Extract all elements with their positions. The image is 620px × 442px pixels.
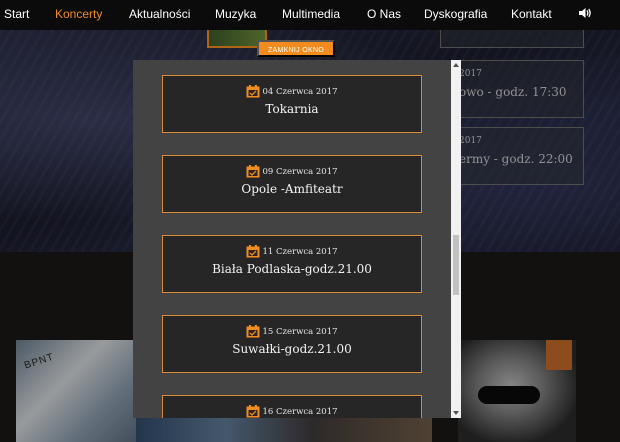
calendar-icon: [246, 85, 260, 98]
calendar-icon: [246, 245, 260, 258]
calendar-icon: [246, 325, 260, 338]
calendar-icon: [246, 165, 260, 178]
nav-dyskografia[interactable]: Dyskografia: [424, 6, 487, 22]
event-card[interactable]: 11 Czerwca 2017 Biała Podlaska-godz.21.0…: [162, 235, 422, 293]
event-card[interactable]: 15 Czerwca 2017 Suwałki-godz.21.00: [162, 315, 422, 373]
scroll-up-icon[interactable]: [453, 63, 459, 67]
event-date: 11 Czerwca 2017: [262, 246, 338, 257]
nav-o-nas[interactable]: O Nas: [367, 6, 401, 22]
event-name: Opole -Amfiteatr: [241, 182, 343, 196]
scroll-down-icon[interactable]: [453, 411, 459, 415]
scrollbar-thumb[interactable]: [453, 235, 459, 295]
nav-muzyka[interactable]: Muzyka: [215, 6, 256, 22]
nav-aktualnosci[interactable]: Aktualności: [129, 6, 190, 22]
event-name: Suwałki-godz.21.00: [232, 342, 352, 356]
event-name: Biała Podlaska-godz.21.00: [212, 262, 372, 276]
close-modal-button[interactable]: ZAMKNIJ OKNO: [257, 40, 335, 57]
modal-scrollbar[interactable]: [451, 60, 461, 418]
calendar-icon: [246, 405, 260, 418]
event-date: 15 Czerwca 2017: [262, 326, 338, 337]
event-card[interactable]: 04 Czerwca 2017 Tokarnia: [162, 75, 422, 133]
nav-start[interactable]: Start: [4, 6, 29, 22]
speaker-icon[interactable]: [578, 6, 592, 20]
top-navigation: Start Koncerty Aktualności Muzyka Multim…: [0, 0, 620, 30]
concerts-modal: 04 Czerwca 2017 Tokarnia 09 Czerwca 2017…: [133, 60, 461, 418]
event-date: 16 Czerwca 2017: [262, 406, 338, 417]
nav-kontakt[interactable]: Kontakt: [511, 6, 552, 22]
event-card[interactable]: 09 Czerwca 2017 Opole -Amfiteatr: [162, 155, 422, 213]
nav-koncerty[interactable]: Koncerty: [55, 6, 102, 22]
event-date: 04 Czerwca 2017: [262, 86, 338, 97]
event-card[interactable]: 16 Czerwca 2017: [162, 395, 422, 418]
event-date: 09 Czerwca 2017: [262, 166, 338, 177]
nav-multimedia[interactable]: Multimedia: [282, 6, 340, 22]
event-name: Tokarnia: [265, 102, 319, 116]
